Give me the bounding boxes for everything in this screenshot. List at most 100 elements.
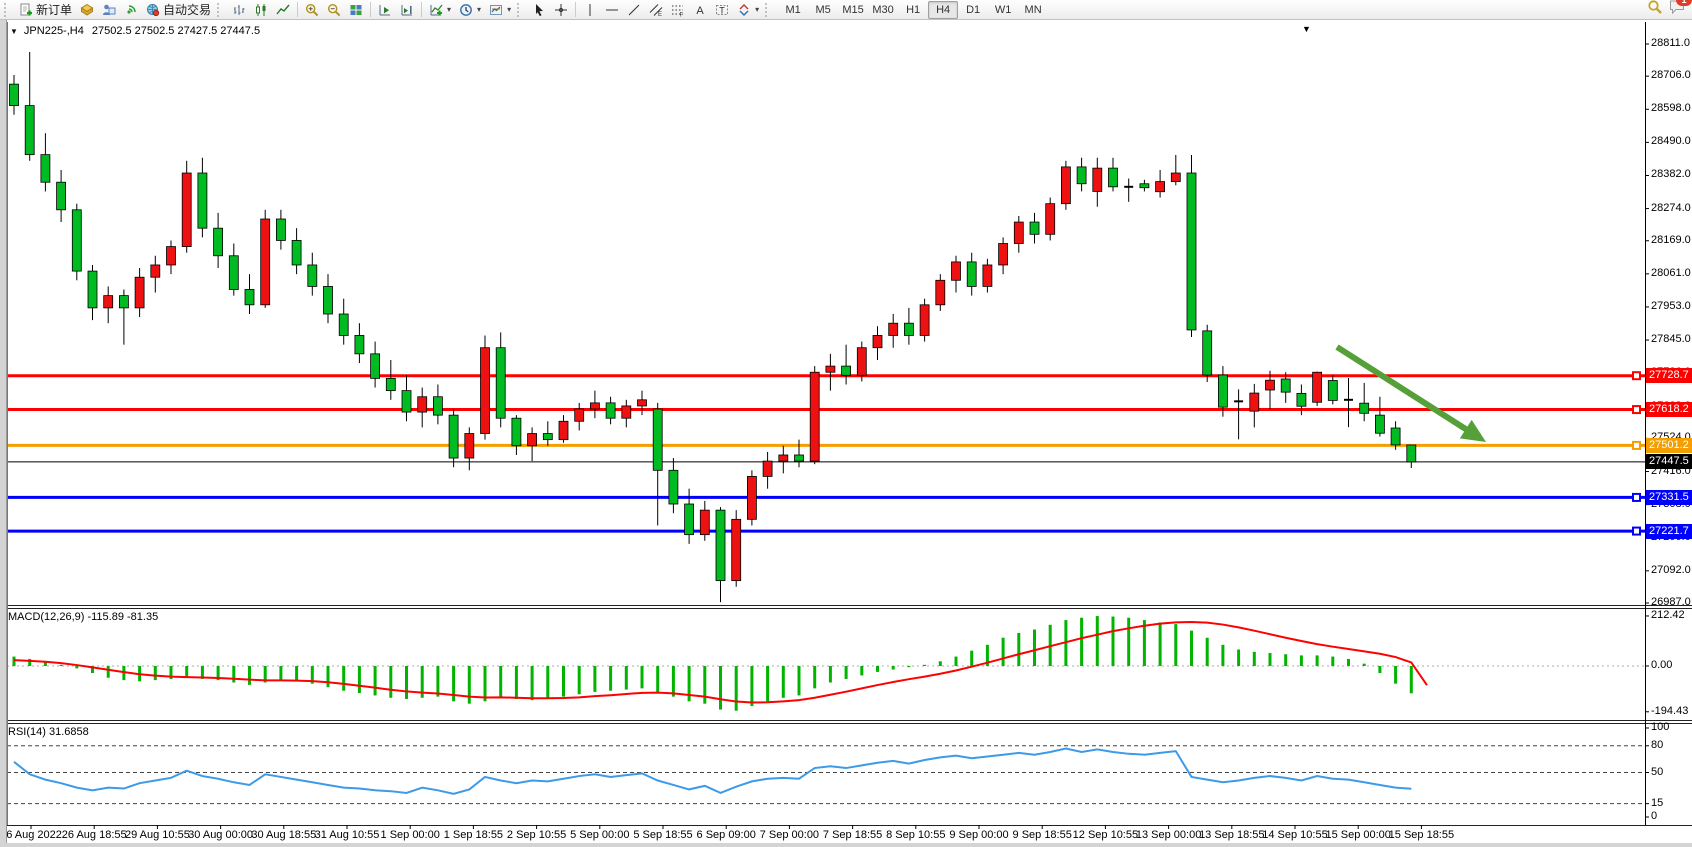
cursor-tool-button[interactable] — [528, 2, 550, 18]
bear-candle-body — [795, 455, 804, 461]
date-axis-label: 15 Sep 18:55 — [1376, 829, 1466, 841]
annotation-arrow-shaft[interactable] — [1337, 347, 1471, 432]
bid-price-flag: 27447.5 — [1646, 454, 1692, 469]
text-tool-button[interactable]: A — [689, 2, 711, 18]
bull-candle-body — [528, 434, 537, 446]
notification-badge: 1 — [1676, 0, 1692, 6]
hline-drag-handle[interactable] — [1633, 406, 1640, 413]
toolbar-grip[interactable] — [765, 3, 772, 17]
bull-candle-body — [1250, 393, 1259, 411]
clock-icon — [459, 3, 473, 17]
tf-button-mn[interactable]: MN — [1018, 1, 1048, 19]
bear-candle-body — [904, 323, 913, 335]
bear-candle-body — [1140, 184, 1149, 188]
price-axis-label: 28598.0 — [1651, 102, 1691, 114]
bar-chart-button[interactable] — [228, 2, 250, 18]
tf-button-m5[interactable]: M5 — [808, 1, 838, 19]
bear-candle-body — [88, 271, 97, 308]
tf-button-m1[interactable]: M1 — [778, 1, 808, 19]
chart-shift-button[interactable] — [374, 2, 396, 18]
bull-candle-body — [763, 461, 772, 476]
tile-windows-button[interactable] — [345, 2, 367, 18]
bull-candle-body — [418, 397, 427, 412]
bear-candle-body — [198, 173, 207, 228]
macd-axis-label: 212.42 — [1651, 609, 1685, 621]
rsi-indicator-label: RSI(14) 31.6858 — [8, 726, 89, 738]
new-order-label: 新订单 — [36, 1, 72, 18]
label-tool-button[interactable]: T — [711, 2, 733, 18]
bull-candle-body — [920, 305, 929, 336]
candlestick-chart-button[interactable] — [250, 2, 272, 18]
bull-candle-body — [857, 348, 866, 376]
toolbar-grip[interactable] — [517, 3, 524, 17]
bear-candle-body — [842, 366, 851, 375]
bull-candle-body — [952, 262, 961, 280]
bear-candle-body — [245, 289, 254, 304]
auto-trading-button[interactable]: 自动交易 — [142, 0, 215, 19]
hline-drag-handle[interactable] — [1633, 442, 1640, 449]
rsi-axis-label: 80 — [1651, 739, 1663, 751]
price-axis-label: 27953.0 — [1651, 300, 1691, 312]
bear-candle-body — [324, 286, 333, 314]
indicators-button[interactable]: ▾ — [425, 2, 455, 18]
zoom-in-button[interactable] — [301, 2, 323, 18]
data-window-button[interactable] — [98, 2, 120, 18]
line-chart-button[interactable] — [272, 2, 294, 18]
crosshair-tool-button[interactable] — [550, 2, 572, 18]
trendline-tool-button[interactable] — [623, 2, 645, 18]
templates-button[interactable]: ▾ — [485, 2, 515, 18]
chart-dropdown-triangle-icon[interactable]: ▼ — [10, 27, 18, 36]
toolbar-grip[interactable] — [4, 3, 11, 17]
bull-candle-body — [590, 403, 599, 409]
auto-scroll-button[interactable] — [396, 2, 418, 18]
hline-drag-handle[interactable] — [1633, 528, 1640, 535]
bear-candle-body — [606, 403, 615, 418]
tf-button-m15[interactable]: M15 — [838, 1, 868, 19]
arrows-tool-button[interactable]: ▾ — [733, 2, 763, 18]
svg-text:E: E — [658, 12, 662, 17]
bear-candle-body — [386, 378, 395, 390]
template-icon — [489, 3, 503, 17]
rsi-axis-label: 50 — [1651, 766, 1663, 778]
channel-icon: E — [649, 3, 663, 17]
bear-candle-body — [214, 228, 223, 256]
tf-button-d1[interactable]: D1 — [958, 1, 988, 19]
search-icon[interactable] — [1647, 0, 1663, 20]
bear-candle-body — [653, 409, 662, 470]
tf-button-m30[interactable]: M30 — [868, 1, 898, 19]
zoom-out-button[interactable] — [323, 2, 345, 18]
svg-text:A: A — [696, 5, 704, 17]
chart-menu-triangle-icon[interactable]: ▼ — [1302, 24, 1311, 34]
bull-candle-body — [167, 247, 176, 265]
hline-price-flag: 27331.5 — [1646, 490, 1692, 505]
fibonacci-tool-button[interactable]: F — [667, 2, 689, 18]
bear-candle-body — [57, 182, 66, 210]
new-order-button[interactable]: 新订单 — [15, 0, 76, 19]
macd-axis-label: 0.00 — [1651, 659, 1672, 671]
tf-button-w1[interactable]: W1 — [988, 1, 1018, 19]
channel-tool-button[interactable]: E — [645, 2, 667, 18]
vertical-line-tool-button[interactable] — [579, 2, 601, 18]
hline-drag-handle[interactable] — [1633, 494, 1640, 501]
rsi-axis-label: 100 — [1651, 721, 1669, 733]
toolbar: 新订单 自动交易 — [0, 0, 1692, 20]
tf-button-h4[interactable]: H4 — [928, 1, 958, 19]
horizontal-line-tool-button[interactable] — [601, 2, 623, 18]
bear-candle-body — [371, 354, 380, 379]
bear-candle-body — [1030, 222, 1039, 234]
bull-candle-body — [465, 434, 474, 459]
bull-candle-body — [104, 296, 113, 308]
notifications-button[interactable]: 1 — [1669, 0, 1686, 20]
tf-button-h1[interactable]: H1 — [898, 1, 928, 19]
auto-scroll-icon — [400, 3, 414, 17]
signals-button[interactable] — [120, 2, 142, 18]
periods-button[interactable]: ▾ — [455, 2, 485, 18]
signal-icon — [124, 3, 138, 17]
hline-drag-handle[interactable] — [1633, 372, 1640, 379]
toolbar-grip[interactable] — [217, 3, 224, 17]
chart-canvas[interactable] — [0, 0, 1692, 847]
market-watch-button[interactable] — [76, 2, 98, 18]
bear-candle-body — [543, 434, 552, 440]
bear-candle-body — [496, 348, 505, 418]
bear-candle-body — [967, 262, 976, 287]
